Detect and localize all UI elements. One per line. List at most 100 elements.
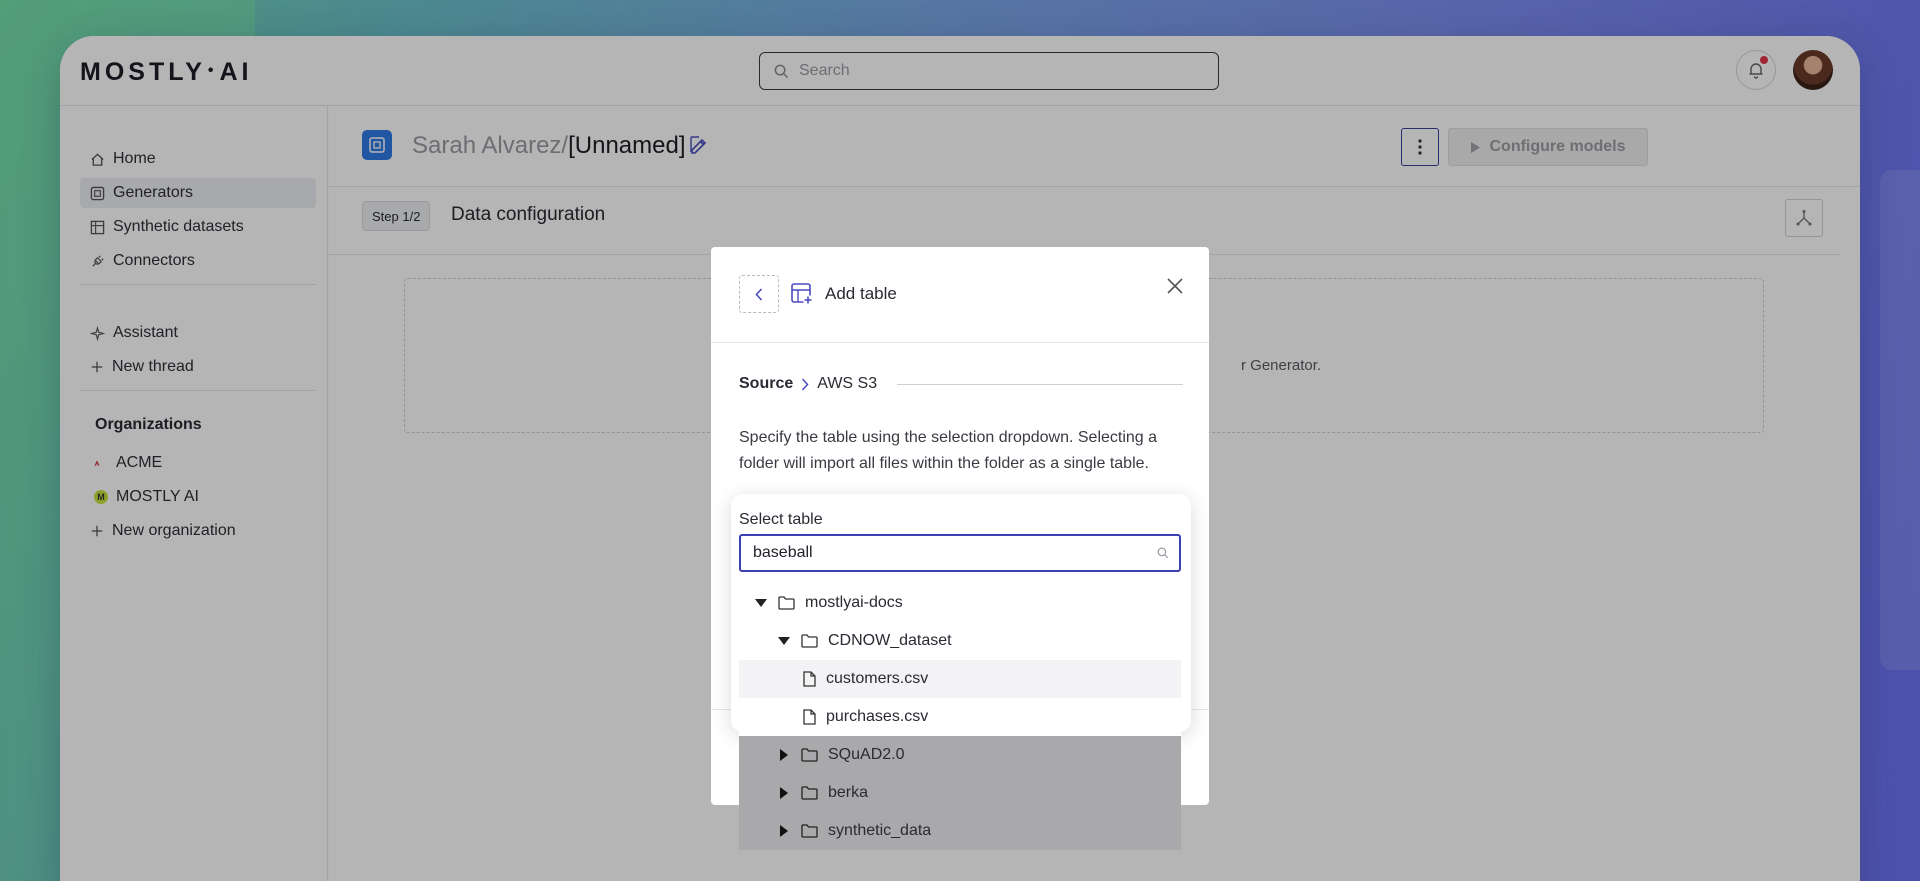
breadcrumb: Source AWS S3 bbox=[739, 375, 877, 393]
play-icon bbox=[1471, 141, 1481, 153]
notification-dot bbox=[1760, 56, 1768, 64]
sidebar: Home Generators Synthetic datasets Conne… bbox=[60, 106, 328, 881]
configure-models-button[interactable]: Configure models bbox=[1448, 128, 1648, 166]
tree-item-label: customers.csv bbox=[826, 670, 929, 687]
folder-icon bbox=[801, 824, 818, 838]
sidebar-item-home[interactable]: Home bbox=[80, 144, 316, 174]
tree-item-label: SQuAD2.0 bbox=[828, 746, 905, 763]
modal-description: Specify the table using the selection dr… bbox=[739, 429, 1158, 472]
sidebar-divider bbox=[80, 390, 316, 391]
search-icon bbox=[1157, 547, 1169, 559]
caret-right-icon[interactable] bbox=[777, 787, 791, 799]
org-badge-icon: M bbox=[94, 490, 108, 504]
file-icon bbox=[803, 709, 816, 725]
sidebar-item-label: Connectors bbox=[113, 252, 195, 269]
org-label: ACME bbox=[116, 454, 163, 471]
chevron-right-icon bbox=[802, 377, 809, 391]
logo-text-left: MOSTLY bbox=[80, 58, 206, 86]
tree-folder-mostlyai-docs[interactable]: mostlyai-docs bbox=[739, 584, 1181, 622]
caret-down-icon[interactable] bbox=[777, 637, 791, 645]
select-table-value: baseball bbox=[753, 544, 813, 561]
search-icon bbox=[774, 64, 789, 78]
breadcrumb-line bbox=[897, 384, 1183, 385]
file-icon bbox=[803, 671, 816, 687]
caret-down-icon[interactable] bbox=[754, 599, 768, 607]
dropzone-hint: r Generator. bbox=[1241, 357, 1322, 374]
select-table-label: Select table bbox=[739, 511, 823, 528]
tree-item-label: mostlyai-docs bbox=[805, 594, 903, 611]
sidebar-org-mostly-ai[interactable]: M MOSTLY AI bbox=[80, 482, 316, 512]
tree-folder-squad[interactable]: SQuAD2.0 bbox=[739, 736, 1181, 774]
tree-file-customers-csv[interactable]: customers.csv bbox=[739, 660, 1181, 698]
tree-file-purchases-csv[interactable]: purchases.csv bbox=[739, 698, 1181, 736]
sidebar-item-generators[interactable]: Generators bbox=[80, 178, 316, 208]
modal-title: Add table bbox=[825, 284, 897, 303]
breadcrumb-source[interactable]: Source bbox=[739, 375, 793, 393]
more-vertical-icon bbox=[1418, 139, 1422, 155]
tree-item-label: berka bbox=[828, 784, 869, 801]
org-label: MOSTLY AI bbox=[116, 488, 199, 505]
generator-name: [Unnamed] bbox=[568, 132, 686, 159]
logo-text-right: AI bbox=[219, 58, 253, 86]
edit-icon[interactable] bbox=[688, 134, 710, 156]
schema-view-button[interactable] bbox=[1785, 199, 1823, 237]
generator-icon bbox=[362, 130, 392, 160]
folder-icon bbox=[801, 786, 818, 800]
sidebar-item-synthetic-datasets[interactable]: Synthetic datasets bbox=[80, 212, 316, 242]
plus-icon bbox=[91, 525, 103, 537]
notifications-button[interactable] bbox=[1736, 50, 1776, 90]
home-icon bbox=[91, 152, 104, 166]
sidebar-item-label: New thread bbox=[112, 358, 194, 375]
avatar[interactable] bbox=[1793, 50, 1833, 90]
modal-header-divider bbox=[711, 342, 1209, 343]
global-search[interactable] bbox=[759, 52, 1219, 90]
logo-dot: • bbox=[207, 62, 218, 79]
page-title: Sarah Alvarez/[Unnamed] bbox=[412, 132, 686, 160]
folder-icon bbox=[801, 634, 818, 648]
organizations-title: Organizations bbox=[95, 416, 202, 433]
acme-logo-icon bbox=[94, 456, 108, 470]
sidebar-org-acme[interactable]: ACME bbox=[80, 448, 316, 478]
schema-icon bbox=[1796, 210, 1812, 226]
tree-item-label: purchases.csv bbox=[826, 708, 929, 725]
sidebar-item-label: Synthetic datasets bbox=[113, 218, 244, 235]
tree-item-label: CDNOW_dataset bbox=[828, 632, 952, 649]
caret-right-icon[interactable] bbox=[777, 749, 791, 761]
logo: MOSTLY •AI bbox=[80, 58, 252, 87]
step-badge: Step 1/2 bbox=[362, 201, 431, 231]
table-icon bbox=[90, 220, 105, 234]
table-tree: mostlyai-docs CDNOW_dataset customers.cs… bbox=[739, 584, 1181, 850]
folder-icon bbox=[801, 748, 818, 762]
tree-item-label: synthetic_data bbox=[828, 822, 932, 839]
sidebar-item-assistant[interactable]: Assistant bbox=[80, 318, 316, 348]
plug-icon bbox=[92, 254, 104, 267]
sidebar-item-label: Generators bbox=[113, 184, 194, 201]
sidebar-item-label: New organization bbox=[112, 522, 236, 539]
tree-folder-berka[interactable]: berka bbox=[739, 774, 1181, 812]
sidebar-item-label: Home bbox=[113, 150, 156, 167]
sidebar-divider bbox=[80, 284, 316, 285]
select-table-input[interactable]: baseball bbox=[739, 534, 1181, 572]
step-title: Data configuration bbox=[451, 204, 606, 225]
sidebar-item-connectors[interactable]: Connectors bbox=[80, 246, 316, 276]
generator-owner: Sarah Alvarez/ bbox=[412, 132, 569, 159]
add-table-icon bbox=[791, 283, 813, 305]
plus-icon bbox=[91, 361, 103, 373]
folder-icon bbox=[778, 596, 795, 610]
header-divider bbox=[329, 186, 1860, 187]
back-button[interactable] bbox=[739, 275, 779, 313]
sparkle-icon bbox=[90, 325, 105, 341]
sidebar-item-label: Assistant bbox=[113, 324, 178, 341]
close-icon[interactable] bbox=[1166, 277, 1184, 295]
tree-folder-cdnow-dataset[interactable]: CDNOW_dataset bbox=[739, 622, 1181, 660]
chevron-left-icon bbox=[755, 287, 763, 301]
top-bar: MOSTLY •AI bbox=[60, 36, 1860, 106]
caret-right-icon[interactable] bbox=[777, 825, 791, 837]
more-options-button[interactable] bbox=[1401, 128, 1439, 166]
sidebar-item-new-organization[interactable]: New organization bbox=[80, 516, 316, 546]
tree-folder-synthetic-data[interactable]: synthetic_data bbox=[739, 812, 1181, 850]
sidebar-item-new-thread[interactable]: New thread bbox=[80, 352, 316, 382]
generator-icon bbox=[90, 186, 105, 200]
search-input[interactable] bbox=[799, 62, 1179, 80]
background-panel bbox=[1880, 170, 1920, 670]
